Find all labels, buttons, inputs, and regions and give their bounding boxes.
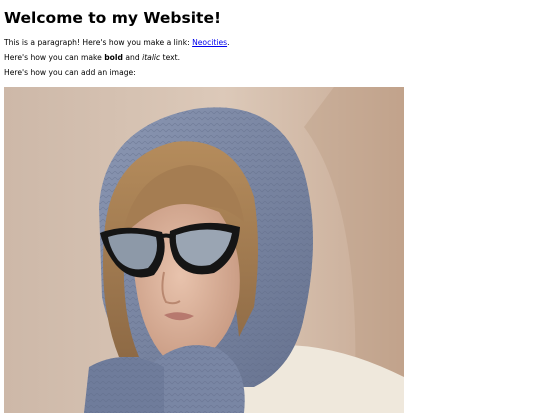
- image-paragraph: Here's how you can add an image:: [4, 68, 136, 77]
- portrait-image: [4, 87, 404, 413]
- formatting-paragraph: Here's how you can make bold and italic …: [4, 52, 536, 63]
- intro-suffix: .: [227, 38, 230, 47]
- formatting-middle: and: [122, 53, 143, 62]
- intro-text: This is a paragraph! Here's how you make…: [4, 38, 193, 47]
- formatting-prefix: Here's how you can make: [4, 53, 105, 62]
- intro-paragraph: This is a paragraph! Here's how you make…: [4, 37, 536, 48]
- bold-text: bold: [104, 53, 123, 62]
- page-title: Welcome to my Website!: [4, 9, 222, 27]
- italic-text: italic: [142, 53, 161, 62]
- page-content: Welcome to my Website! This is a paragra…: [0, 8, 540, 78]
- neocities-link[interactable]: Neocities: [192, 38, 227, 47]
- formatting-suffix: text.: [160, 53, 181, 62]
